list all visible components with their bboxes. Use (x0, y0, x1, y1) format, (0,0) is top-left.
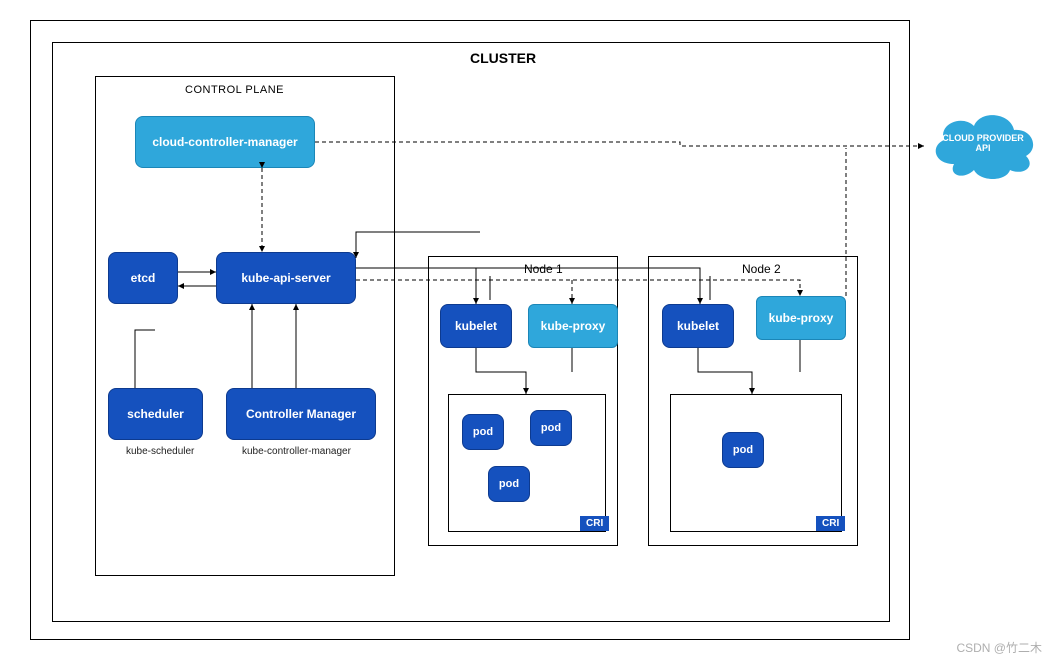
cluster-title: CLUSTER (470, 50, 536, 66)
cloud-provider-api: CLOUD PROVIDER API (924, 104, 1042, 182)
control-plane-title: CONTROL PLANE (185, 84, 284, 96)
node1-pod-1: pod (462, 414, 504, 450)
node2-kube-proxy: kube-proxy (756, 296, 846, 340)
node1-kubelet: kubelet (440, 304, 512, 348)
node2-title: Node 2 (742, 262, 781, 276)
node1-cri-label: CRI (580, 516, 609, 531)
node1-title: Node 1 (524, 262, 563, 276)
scheduler-caption: kube-scheduler (126, 446, 194, 457)
controller-manager: Controller Manager (226, 388, 376, 440)
node2-pod-1: pod (722, 432, 764, 468)
etcd: etcd (108, 252, 178, 304)
node1-pod-2: pod (530, 410, 572, 446)
node1-pod-3: pod (488, 466, 530, 502)
cloud-controller-manager: cloud-controller-manager (135, 116, 315, 168)
scheduler: scheduler (108, 388, 203, 440)
watermark: CSDN @竹二木 (956, 639, 1042, 656)
cloud-label: CLOUD PROVIDER API (924, 133, 1042, 153)
cm-caption: kube-controller-manager (242, 446, 351, 457)
node1-kube-proxy: kube-proxy (528, 304, 618, 348)
kube-api-server: kube-api-server (216, 252, 356, 304)
node2-kubelet: kubelet (662, 304, 734, 348)
node2-cri-label: CRI (816, 516, 845, 531)
